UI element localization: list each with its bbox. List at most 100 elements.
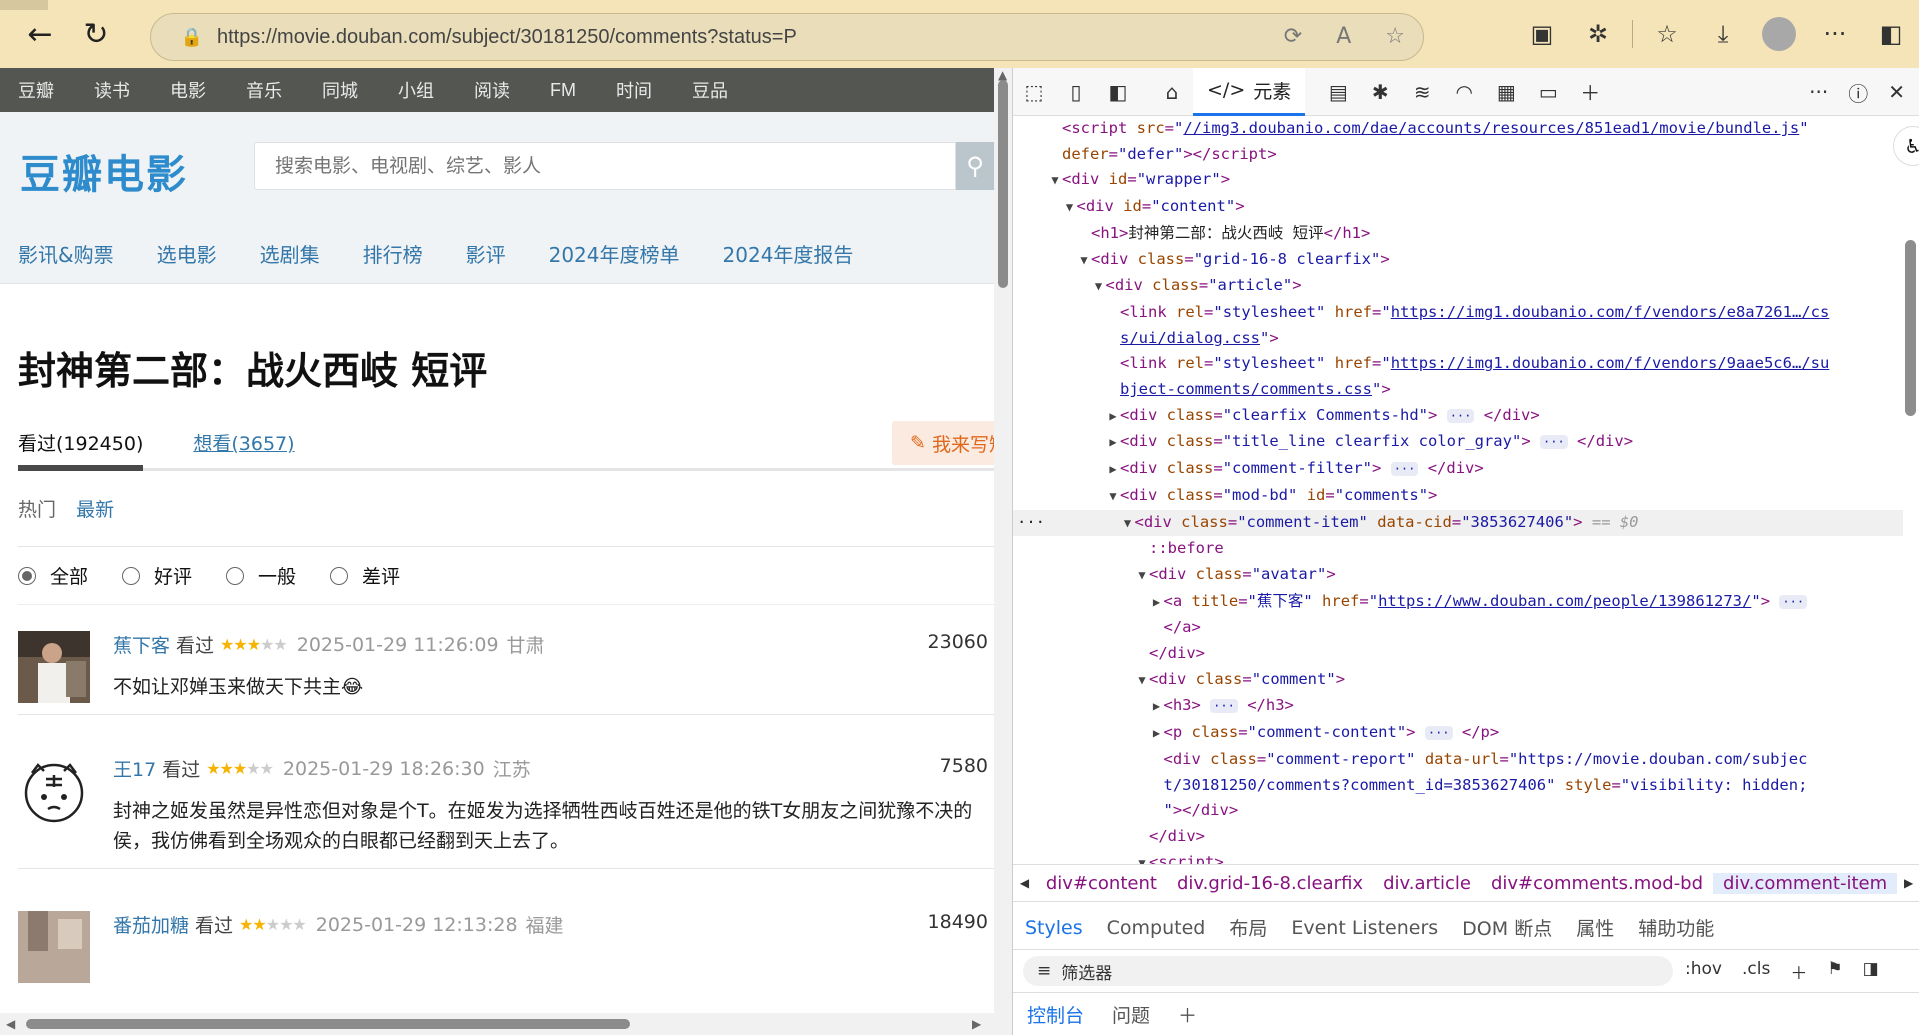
expand-toggle-icon[interactable]: ▼: [1135, 851, 1149, 864]
dom-node-line[interactable]: ▶ <h3> ··· </h3>: [1013, 693, 1903, 720]
filter-all[interactable]: 全部: [18, 562, 88, 589]
profile-avatar[interactable]: [1762, 17, 1796, 51]
sub-nav-item[interactable]: 选剧集: [260, 239, 320, 268]
dom-node-line[interactable]: ▼ <div class="comment">: [1013, 667, 1903, 694]
expand-toggle-icon[interactable]: ▶: [1150, 590, 1164, 616]
dom-node-line[interactable]: ▼ <div id="content">: [1013, 194, 1903, 221]
expand-toggle-icon[interactable]: ▼: [1121, 511, 1135, 537]
page-vertical-scrollbar[interactable]: ▲: [994, 68, 1012, 1035]
breadcrumb-item[interactable]: div.comment-item: [1713, 872, 1898, 894]
dom-node-line[interactable]: <link rel="stylesheet" href="https://img…: [1013, 300, 1903, 326]
global-nav-item[interactable]: 豆品: [692, 77, 728, 103]
dom-tree-scrollbar[interactable]: [1902, 116, 1919, 864]
extensions-icon[interactable]: ✲: [1570, 20, 1626, 48]
filter-bad[interactable]: 差评: [330, 562, 400, 589]
dom-node-line[interactable]: ··· ▼ <div class="comment-item" data-cid="…: [1013, 509, 1903, 537]
tab-strip[interactable]: [0, 0, 48, 10]
breadcrumb-item[interactable]: div#comments.mod-bd: [1481, 873, 1713, 894]
hover-state-toggle[interactable]: :hov: [1685, 959, 1722, 984]
more-menu-icon[interactable]: ···: [1807, 20, 1863, 48]
dom-node-line[interactable]: ▼ <div class="article">: [1013, 273, 1903, 300]
dom-node-line[interactable]: ▶ <div class="comment-filter"> ··· </div>: [1013, 456, 1903, 483]
sidebar-toggle-icon[interactable]: ◧: [1863, 20, 1919, 48]
sub-nav-item[interactable]: 2024年度榜单: [549, 239, 680, 268]
inspect-element-icon[interactable]: ⬚: [1013, 80, 1055, 104]
radio-selected[interactable]: [18, 566, 36, 585]
new-rule-icon[interactable]: ＋: [1790, 959, 1807, 984]
douban-movie-logo[interactable]: 豆瓣电影: [20, 142, 188, 200]
global-nav-item[interactable]: 豆瓣: [18, 77, 54, 103]
page-horizontal-scrollbar[interactable]: ◀ ▶: [0, 1013, 994, 1035]
user-avatar[interactable]: [18, 755, 90, 827]
filter-good[interactable]: 好评: [122, 562, 192, 589]
help-icon[interactable]: ⓘ: [1848, 78, 1868, 107]
global-nav-item[interactable]: 同城: [322, 77, 358, 103]
dom-node-line[interactable]: <link rel="stylesheet" href="https://img…: [1013, 351, 1903, 377]
expand-toggle-icon[interactable]: ▶: [1106, 430, 1120, 456]
performance-gauge-icon[interactable]: ◠: [1443, 80, 1485, 104]
tab-layout[interactable]: 布局: [1217, 914, 1279, 941]
sub-nav-item[interactable]: 影评: [466, 239, 506, 268]
device-emulation-icon[interactable]: ▯: [1055, 80, 1097, 104]
expand-toggle-icon[interactable]: ▼: [1135, 563, 1149, 589]
sub-nav-item[interactable]: 选电影: [157, 239, 217, 268]
dom-node-line[interactable]: ▼ <div class="grid-16-8 clearfix">: [1013, 247, 1903, 274]
drawer-tab-console[interactable]: 控制台: [1013, 1001, 1098, 1028]
application-icon[interactable]: ▭: [1527, 80, 1569, 104]
expand-toggle-icon[interactable]: ▼: [1063, 195, 1077, 221]
expand-toggle-icon[interactable]: ▼: [1135, 668, 1149, 694]
dom-node-line[interactable]: <div class="comment-report" data-url="ht…: [1013, 747, 1903, 773]
collections-icon[interactable]: ▣: [1514, 20, 1570, 48]
sub-nav-item[interactable]: 2024年度报告: [723, 239, 854, 268]
vote-count[interactable]: 7580: [940, 755, 988, 777]
dom-node-line[interactable]: <h1>封神第二部：战火西岐 短评</h1>: [1013, 221, 1903, 247]
comment-user[interactable]: 王17: [113, 755, 156, 782]
expand-toggle-icon[interactable]: ▼: [1077, 248, 1091, 274]
favorites-icon[interactable]: ☆: [1639, 20, 1695, 48]
radio[interactable]: [226, 566, 245, 585]
expand-toggle-icon[interactable]: ▶: [1150, 694, 1164, 720]
comment-time[interactable]: 2025-01-29 11:26:09: [297, 634, 499, 656]
memory-chip-icon[interactable]: ▦: [1485, 80, 1527, 104]
more-tools-icon[interactable]: ···: [1809, 80, 1828, 104]
global-nav-item[interactable]: 音乐: [246, 77, 282, 103]
dom-node-line[interactable]: defer="defer"></script>: [1013, 142, 1903, 168]
read-aloud-icon[interactable]: A: [1336, 24, 1351, 49]
dom-node-line[interactable]: ▼ <div class="avatar">: [1013, 562, 1903, 589]
comment-user[interactable]: 番茄加糖: [113, 911, 189, 938]
sort-hot[interactable]: 热门: [18, 499, 56, 521]
lock-icon[interactable]: 🔒: [167, 27, 217, 48]
search-button[interactable]: ⚲: [956, 142, 994, 190]
dom-node-line[interactable]: ▶ <a title="蕉下客" href="https://www.douban…: [1013, 589, 1903, 616]
scrollbar-thumb[interactable]: [26, 1019, 630, 1029]
radio[interactable]: [122, 566, 141, 585]
dom-node-line[interactable]: ▼ <div class="mod-bd" id="comments">: [1013, 483, 1903, 510]
breadcrumb-item[interactable]: div.article: [1373, 873, 1481, 894]
dom-node-line[interactable]: </div>: [1013, 641, 1903, 667]
tab-styles[interactable]: Styles: [1013, 917, 1095, 939]
breadcrumb-left-icon[interactable]: ◀: [1013, 876, 1036, 890]
global-nav-item[interactable]: 读书: [94, 77, 130, 103]
breadcrumb-item[interactable]: div#content: [1036, 873, 1167, 894]
dock-side-icon[interactable]: ◧: [1097, 80, 1139, 104]
drawer-tab-issues[interactable]: 问题: [1098, 1001, 1164, 1028]
global-nav-item[interactable]: 阅读: [474, 77, 510, 103]
tab-computed[interactable]: Computed: [1095, 917, 1218, 939]
close-devtools-icon[interactable]: ✕: [1888, 80, 1905, 104]
expand-toggle-icon[interactable]: ▶: [1150, 721, 1164, 747]
user-avatar[interactable]: [18, 911, 90, 983]
paint-brush-icon[interactable]: ⚑: [1827, 959, 1842, 984]
global-nav-item[interactable]: FM: [550, 80, 576, 101]
tab-accessibility[interactable]: 辅助功能: [1626, 914, 1726, 941]
search-input[interactable]: [255, 143, 955, 189]
add-tab-icon[interactable]: ＋: [1569, 77, 1611, 106]
expand-toggle-icon[interactable]: ▼: [1092, 274, 1106, 300]
sort-latest[interactable]: 最新: [76, 499, 114, 521]
scroll-right-icon[interactable]: ▶: [972, 1017, 981, 1031]
reload-button[interactable]: ↻: [68, 6, 124, 62]
sub-nav-item[interactable]: 排行榜: [363, 239, 423, 268]
download-icon[interactable]: ⤓: [1695, 20, 1751, 48]
tab-dom-breakpoints[interactable]: DOM 断点: [1450, 914, 1564, 941]
dom-node-line[interactable]: </div>: [1013, 824, 1903, 850]
breadcrumb-right-icon[interactable]: ▶: [1897, 876, 1919, 890]
